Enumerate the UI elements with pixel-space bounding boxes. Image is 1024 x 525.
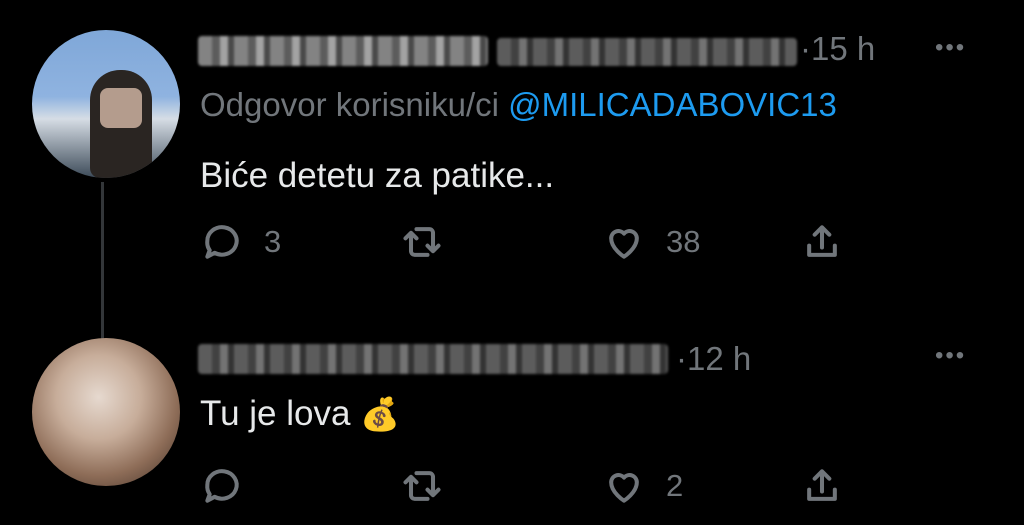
- timestamp-value: 12 h: [687, 340, 752, 377]
- reply-icon: [205, 469, 239, 503]
- more-icon[interactable]: •••: [935, 342, 966, 370]
- share-button[interactable]: [800, 220, 844, 264]
- reply-icon: [205, 225, 239, 259]
- timestamp[interactable]: ·12 h: [676, 340, 751, 378]
- like-icon: [609, 473, 639, 503]
- reply-prefix: Odgovor korisniku/ci: [200, 86, 499, 123]
- tweet-text: Tu je lova 💰: [200, 394, 400, 434]
- retweet-button[interactable]: [400, 464, 464, 508]
- timestamp[interactable]: ·15 h: [800, 30, 875, 68]
- display-name-blurred[interactable]: [198, 36, 488, 66]
- like-button[interactable]: 2: [602, 464, 683, 508]
- reply-context: Odgovor korisniku/ci @MILICADABOVIC13: [200, 86, 837, 124]
- retweet-button[interactable]: [400, 220, 464, 264]
- reply-mention-link[interactable]: @MILICADABOVIC13: [508, 86, 837, 123]
- tweet-text: Biće detetu za patike...: [200, 156, 555, 195]
- avatar[interactable]: [32, 30, 180, 178]
- reply-button[interactable]: 3: [200, 220, 281, 264]
- more-icon[interactable]: •••: [935, 34, 966, 62]
- retweet-icon: [403, 227, 441, 257]
- share-button[interactable]: [800, 464, 844, 508]
- retweet-icon: [403, 471, 441, 501]
- avatar[interactable]: [32, 338, 180, 486]
- reply-count: 3: [264, 224, 282, 259]
- share-icon: [807, 225, 837, 257]
- username-blurred[interactable]: [497, 38, 797, 66]
- thread-connector-line: [101, 182, 104, 342]
- reply-button[interactable]: [200, 464, 264, 508]
- like-button[interactable]: 38: [602, 220, 700, 264]
- display-name-blurred[interactable]: [198, 344, 668, 374]
- share-icon: [807, 469, 837, 501]
- like-count: 2: [666, 468, 684, 503]
- money-bag-emoji: 💰: [360, 396, 401, 432]
- timestamp-value: 15 h: [811, 30, 876, 67]
- tweet-text-body: Tu je lova: [200, 394, 351, 433]
- like-icon: [609, 229, 639, 259]
- like-count: 38: [666, 224, 701, 259]
